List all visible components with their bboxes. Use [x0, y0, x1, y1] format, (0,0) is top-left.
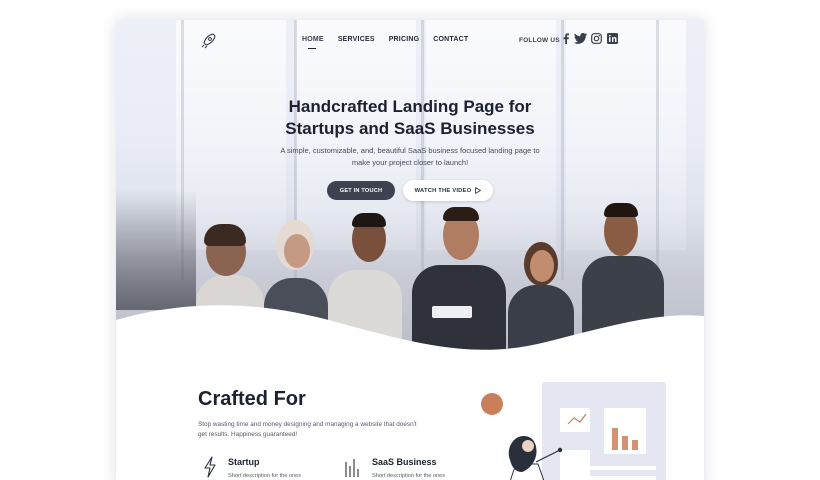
crafted-for-subtitle: Stop wasting time and money designing an… — [198, 421, 417, 438]
nav-links: HOME SERVICES PRICING CONTACT — [302, 36, 468, 49]
facebook-icon[interactable] — [560, 33, 571, 44]
instagram-icon[interactable] — [591, 33, 602, 44]
hero-wave-divider — [116, 305, 704, 360]
landing-page-preview: HOME SERVICES PRICING CONTACT FOLLOW US … — [116, 20, 704, 480]
nav-pricing[interactable]: PRICING — [389, 36, 420, 43]
feature-title: SaaS Business — [372, 457, 437, 467]
presentation-illustration — [481, 382, 666, 480]
rocket-logo-icon[interactable] — [198, 31, 218, 51]
lightning-icon — [204, 456, 216, 478]
watch-video-button[interactable]: WATCH THE VIDEO — [403, 180, 493, 201]
hero-title-line-1: Handcrafted Landing Page for — [288, 97, 532, 116]
hero-subtitle: A simple, customizable, and, beautiful S… — [280, 146, 540, 167]
bar-chart-icon — [345, 459, 359, 477]
crafted-for-title: Crafted For — [198, 388, 306, 410]
linkedin-icon[interactable] — [607, 33, 618, 44]
twitter-icon[interactable] — [574, 33, 587, 44]
feature-desc: Short description for the ones — [372, 473, 446, 479]
hero-title-line-2: Startups and SaaS Businesses — [285, 119, 535, 138]
feature-desc: Short description for the ones — [228, 473, 302, 479]
hero-title: Handcrafted Landing Page for Startups an… — [116, 96, 704, 140]
feature-title: Startup — [228, 457, 260, 467]
play-icon — [475, 187, 482, 194]
nav-home[interactable]: HOME — [302, 36, 324, 49]
top-navigation: HOME SERVICES PRICING CONTACT FOLLOW US — [116, 20, 704, 62]
watch-video-label: WATCH THE VIDEO — [414, 187, 472, 194]
get-in-touch-button[interactable]: GET IN TOUCH — [327, 181, 395, 200]
follow-us-label: FOLLOW US — [519, 37, 560, 44]
nav-services[interactable]: SERVICES — [338, 36, 375, 43]
nav-contact[interactable]: CONTACT — [433, 36, 468, 43]
